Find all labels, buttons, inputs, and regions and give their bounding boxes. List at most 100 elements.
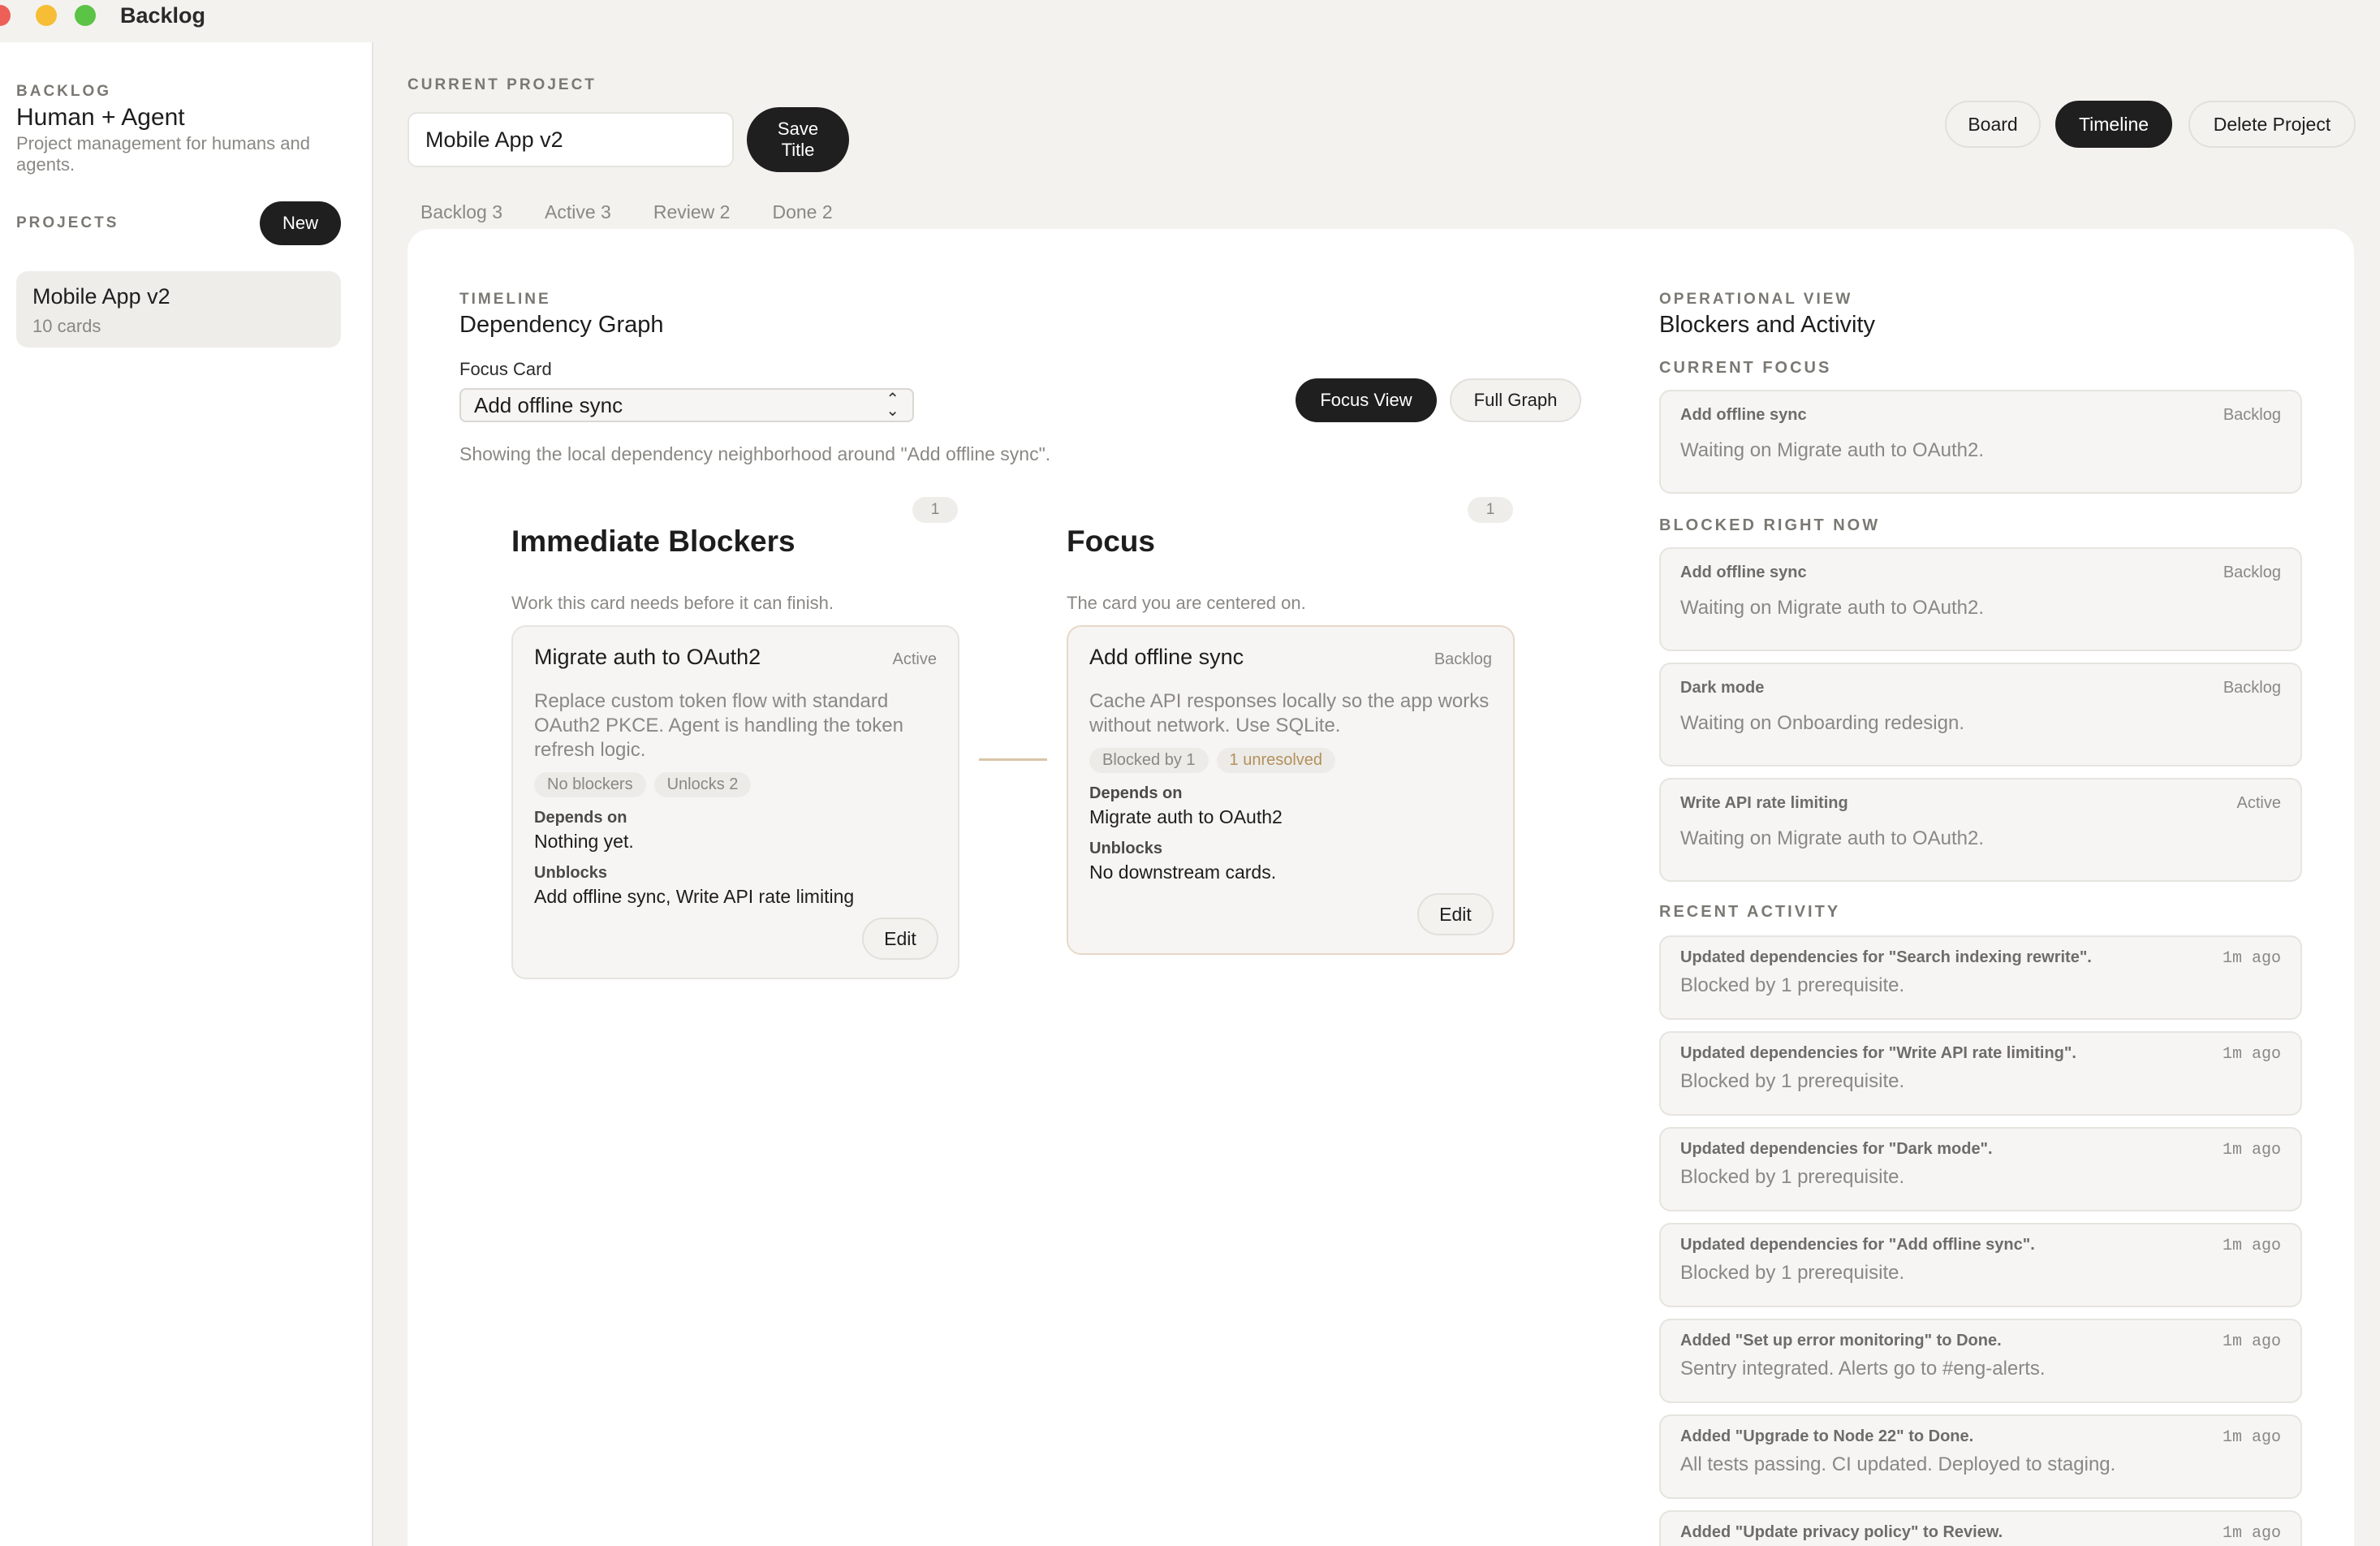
projects-label: PROJECTS	[16, 214, 119, 231]
activity-body: All tests passing. CI updated. Deployed …	[1680, 1453, 2116, 1475]
zoom-window-button[interactable]	[75, 5, 96, 26]
depends-on-value: Migrate auth to OAuth2	[1089, 806, 1283, 827]
focus-card-select[interactable]: Add offline sync ⌃ ⌄	[459, 388, 914, 422]
brand-eyebrow: BACKLOG	[16, 83, 112, 100]
activity-item: Added "Upgrade to Node 22" to Done. 1m a…	[1659, 1414, 2302, 1499]
card-body: Waiting on Onboarding redesign.	[1680, 712, 1964, 734]
activity-time: 1m ago	[2222, 949, 2281, 968]
tab-done[interactable]: Done 2	[772, 201, 832, 223]
activity-body: Sentry integrated. Alerts go to #eng-ale…	[1680, 1358, 2046, 1380]
activity-body: Blocked by 1 prerequisite.	[1680, 974, 1905, 996]
focus-column-desc: The card you are centered on.	[1067, 593, 1306, 613]
chevron-updown-icon: ⌃ ⌄	[886, 391, 899, 420]
save-title-line2: Title	[781, 140, 815, 160]
minimize-window-button[interactable]	[36, 5, 57, 26]
blocked-now-label: BLOCKED RIGHT NOW	[1659, 516, 1881, 534]
title-bar: Backlog	[0, 0, 2380, 36]
tab-backlog[interactable]: Backlog 3	[420, 201, 502, 223]
board-view-button[interactable]: Board	[1945, 101, 2041, 148]
blockers-count-badge: 1	[912, 497, 958, 523]
focus-card-label: Focus Card	[459, 359, 552, 379]
activity-time: 1m ago	[2222, 1524, 2281, 1543]
unblocks-value: No downstream cards.	[1089, 862, 1277, 883]
timeline-view-button[interactable]: Timeline	[2055, 101, 2172, 148]
unresolved-chip: 1 unresolved	[1216, 748, 1336, 773]
activity-time: 1m ago	[2222, 1237, 2281, 1255]
unblocks-value: Add offline sync, Write API rate limitin…	[534, 886, 855, 907]
activity-item: Updated dependencies for "Search indexin…	[1659, 935, 2302, 1020]
card-title: Dark mode	[1680, 679, 1765, 697]
focus-column-title: Focus	[1067, 525, 1155, 558]
blocker-card[interactable]: Migrate auth to OAuth2 Active Replace cu…	[511, 625, 959, 979]
window-title: Backlog	[120, 3, 206, 28]
activity-item: Updated dependencies for "Add offline sy…	[1659, 1223, 2302, 1307]
blocked-card[interactable]: Dark mode Backlog Waiting on Onboarding …	[1659, 663, 2302, 767]
blocked-card[interactable]: Write API rate limiting Active Waiting o…	[1659, 778, 2302, 882]
save-title-button[interactable]: Save Title	[747, 107, 849, 172]
activity-title: Added "Update privacy policy" to Review.	[1680, 1523, 2003, 1541]
focus-count-badge: 1	[1468, 497, 1513, 523]
activity-time: 1m ago	[2222, 1428, 2281, 1447]
activity-item: Updated dependencies for "Write API rate…	[1659, 1031, 2302, 1116]
operational-title: Blockers and Activity	[1659, 312, 1875, 338]
brand-subtitle: Project management for humans and agents…	[16, 133, 310, 175]
graph-description: Showing the local dependency neighborhoo…	[459, 443, 1051, 464]
depends-on-label: Depends on	[534, 809, 627, 827]
project-title-input[interactable]	[407, 112, 734, 167]
edit-card-button[interactable]: Edit	[1417, 893, 1494, 935]
activity-item: Added "Update privacy policy" to Review.…	[1659, 1510, 2302, 1546]
activity-item: Updated dependencies for "Dark mode". 1m…	[1659, 1127, 2302, 1211]
tab-review[interactable]: Review 2	[653, 201, 731, 223]
activity-title: Updated dependencies for "Add offline sy…	[1680, 1236, 2035, 1254]
activity-body: Blocked by 1 prerequisite.	[1680, 1070, 1905, 1092]
current-focus-label: CURRENT FOCUS	[1659, 359, 1832, 377]
unblocks-label: Unblocks	[534, 864, 608, 882]
card-body: Waiting on Migrate auth to OAuth2.	[1680, 439, 1984, 461]
card-title: Write API rate limiting	[1680, 794, 1848, 812]
focus-view-button[interactable]: Focus View	[1296, 378, 1437, 422]
full-graph-button[interactable]: Full Graph	[1450, 378, 1581, 422]
project-name: Mobile App v2	[32, 284, 170, 309]
edit-card-button[interactable]: Edit	[862, 918, 938, 960]
delete-project-button[interactable]: Delete Project	[2188, 101, 2356, 148]
card-title: Add offline sync	[1089, 645, 1244, 669]
activity-title: Updated dependencies for "Search indexin…	[1680, 948, 2092, 966]
close-window-button[interactable]	[0, 5, 11, 26]
depends-on-label: Depends on	[1089, 784, 1183, 802]
current-focus-card[interactable]: Add offline sync Backlog Waiting on Migr…	[1659, 390, 2302, 494]
card-status: Backlog	[2223, 406, 2281, 424]
project-item-mobile-app-v2[interactable]: Mobile App v2 10 cards	[16, 271, 341, 348]
project-card-count: 10 cards	[32, 316, 101, 336]
card-status: Backlog	[1434, 650, 1492, 668]
dependency-connector	[979, 758, 1047, 761]
activity-body: Blocked by 1 prerequisite.	[1680, 1166, 1905, 1188]
timeline-eyebrow: TIMELINE	[459, 291, 551, 308]
card-title: Add offline sync	[1680, 406, 1807, 424]
blocked-card[interactable]: Add offline sync Backlog Waiting on Migr…	[1659, 547, 2302, 651]
sidebar: BACKLOG Human + Agent Project management…	[0, 42, 373, 1546]
activity-title: Added "Upgrade to Node 22" to Done.	[1680, 1427, 1974, 1445]
blockers-column-desc: Work this card needs before it can finis…	[511, 593, 834, 613]
current-project-eyebrow: CURRENT PROJECT	[407, 76, 597, 93]
activity-title: Updated dependencies for "Write API rate…	[1680, 1044, 2076, 1062]
card-title: Migrate auth to OAuth2	[534, 645, 761, 669]
card-description: Replace custom token flow with standard …	[534, 690, 903, 761]
activity-title: Updated dependencies for "Dark mode".	[1680, 1140, 1993, 1158]
activity-item: Added "Set up error monitoring" to Done.…	[1659, 1319, 2302, 1403]
activity-body: Blocked by 1 prerequisite.	[1680, 1262, 1905, 1284]
card-status: Backlog	[2223, 564, 2281, 581]
recent-activity-label: RECENT ACTIVITY	[1659, 903, 1841, 921]
card-status: Active	[892, 650, 937, 668]
activity-time: 1m ago	[2222, 1332, 2281, 1351]
unblocks-label: Unblocks	[1089, 840, 1163, 857]
depends-on-value: Nothing yet.	[534, 831, 634, 852]
blocked-by-chip: Blocked by 1	[1089, 748, 1209, 773]
save-title-line1: Save	[777, 119, 819, 139]
focus-card[interactable]: Add offline sync Backlog Cache API respo…	[1067, 625, 1515, 955]
status-tabs: Backlog 3 Active 3 Review 2 Done 2	[420, 201, 833, 223]
activity-time: 1m ago	[2222, 1141, 2281, 1160]
blockers-column-title: Immediate Blockers	[511, 525, 795, 558]
tab-active[interactable]: Active 3	[545, 201, 611, 223]
timeline-title: Dependency Graph	[459, 312, 664, 338]
new-project-button[interactable]: New	[260, 201, 341, 245]
